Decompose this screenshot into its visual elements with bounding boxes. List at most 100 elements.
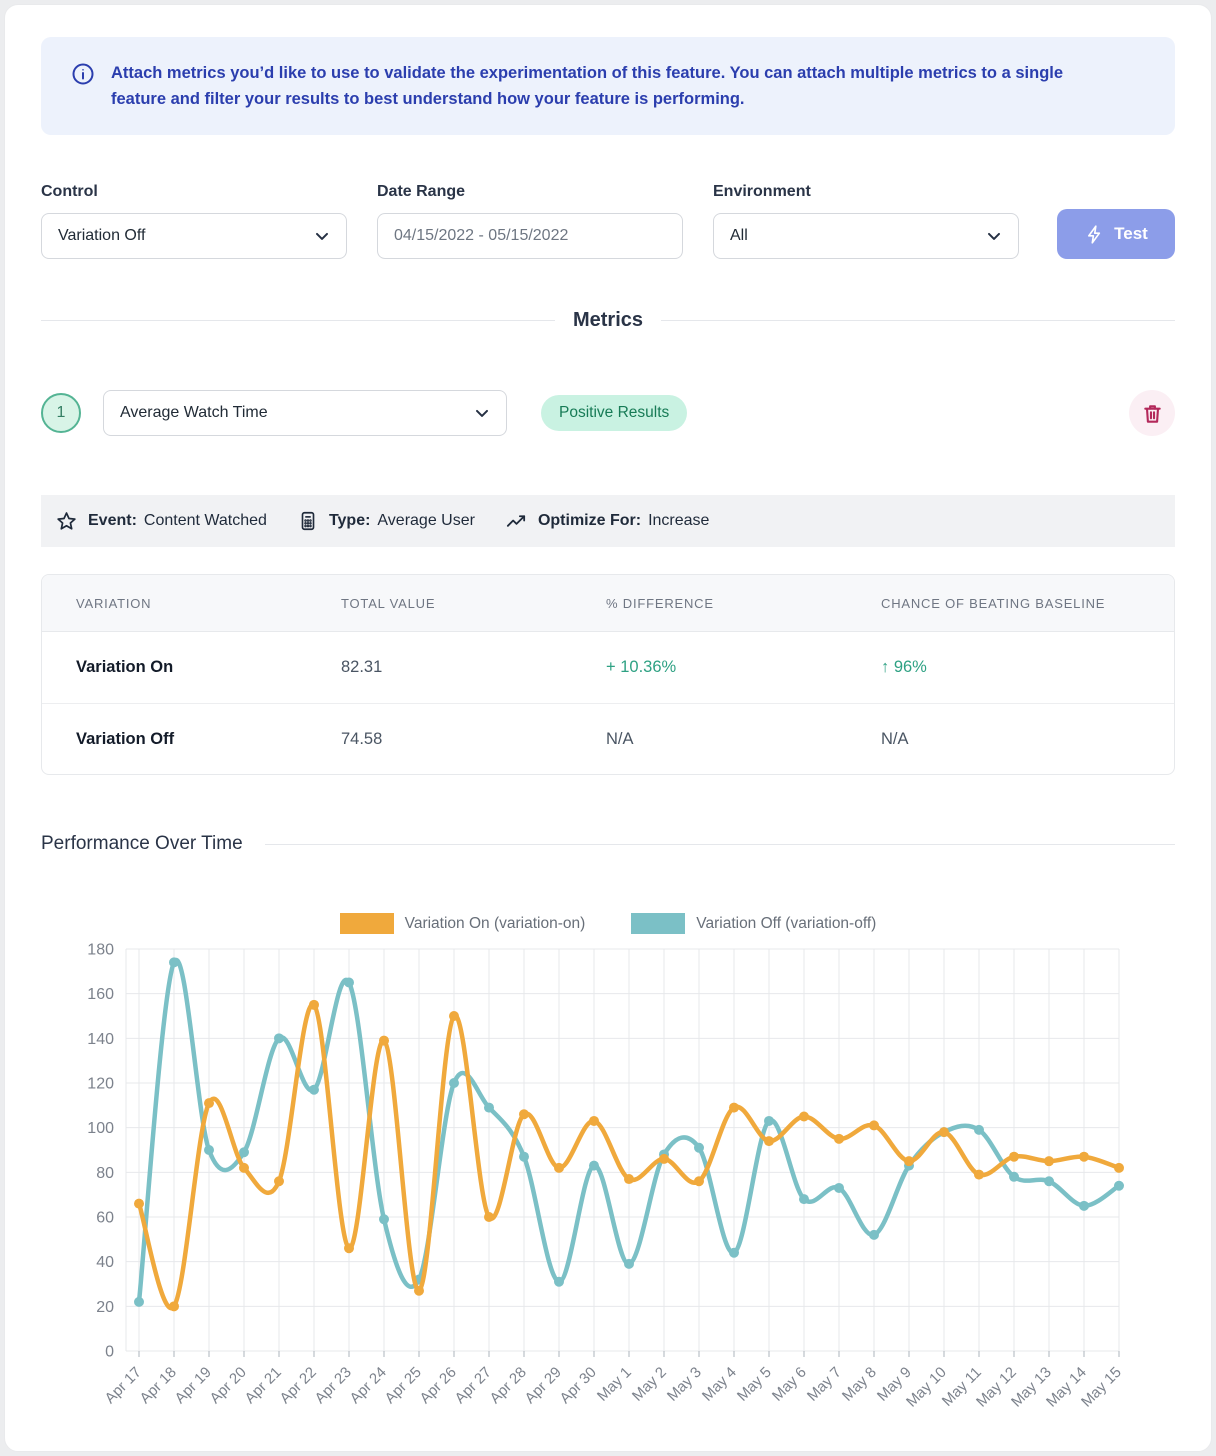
svg-text:60: 60 [96, 1210, 114, 1227]
legend-variation-off[interactable]: Variation Off (variation-off) [631, 913, 876, 934]
svg-text:May 1: May 1 [594, 1364, 635, 1405]
svg-text:100: 100 [87, 1120, 114, 1137]
control-select[interactable]: Variation Off [41, 213, 347, 259]
date-range-value: 04/15/2022 - 05/15/2022 [394, 227, 568, 245]
type-value: Average User [377, 512, 475, 530]
svg-text:40: 40 [96, 1254, 114, 1271]
chevron-down-icon [472, 403, 492, 423]
chart-legend: Variation On (variation-on) Variation Of… [41, 913, 1175, 934]
table-row-variation-on: Variation On 82.31 + 10.36% ↑ 96% [42, 632, 1174, 703]
status-badge: Positive Results [541, 395, 687, 431]
metric-index-badge: 1 [41, 393, 81, 433]
svg-text:May 3: May 3 [664, 1364, 705, 1405]
svg-text:May 8: May 8 [839, 1364, 880, 1405]
type-label: Type: [329, 512, 370, 530]
info-icon [71, 62, 95, 112]
total-value: 82.31 [341, 658, 606, 677]
legend-variation-on[interactable]: Variation On (variation-on) [340, 913, 586, 934]
date-range-label: Date Range [377, 183, 683, 201]
svg-text:Apr 18: Apr 18 [137, 1364, 180, 1407]
control-label: Control [41, 183, 347, 201]
svg-text:Apr 27: Apr 27 [452, 1364, 495, 1407]
delete-metric-button[interactable] [1129, 390, 1175, 436]
chevron-down-icon [984, 226, 1004, 246]
svg-text:160: 160 [87, 986, 114, 1003]
metrics-heading: Metrics [573, 309, 643, 332]
lightning-icon [1084, 224, 1105, 245]
svg-text:Apr 28: Apr 28 [487, 1364, 530, 1407]
svg-text:Apr 25: Apr 25 [382, 1364, 425, 1407]
svg-text:80: 80 [96, 1165, 114, 1182]
svg-text:180: 180 [87, 942, 114, 959]
metric-summary-bar: Event: Content Watched Type: Average Use… [41, 495, 1175, 547]
environment-select-value: All [730, 227, 748, 245]
control-select-value: Variation Off [58, 227, 145, 245]
metrics-section-divider: Metrics [41, 309, 1175, 332]
performance-heading: Performance Over Time [41, 833, 243, 855]
date-range-input[interactable]: 04/15/2022 - 05/15/2022 [377, 213, 683, 259]
test-button[interactable]: Test [1057, 209, 1175, 259]
star-icon [55, 510, 78, 533]
performance-chart-svg[interactable]: 020406080100120140160180Apr 17Apr 18Apr … [41, 942, 1177, 1447]
svg-text:Apr 21: Apr 21 [242, 1364, 285, 1407]
col-total-value: TOTAL VALUE [341, 596, 606, 611]
col-variation: VARIATION [42, 596, 341, 611]
chance-value: ↑ 96% [881, 658, 1174, 677]
svg-text:Apr 23: Apr 23 [312, 1364, 355, 1407]
event-value: Content Watched [144, 512, 267, 530]
svg-text:May 5: May 5 [734, 1364, 775, 1405]
svg-text:Apr 30: Apr 30 [557, 1364, 600, 1407]
event-label: Event: [88, 512, 137, 530]
info-banner: Attach metrics you’d like to use to vali… [41, 37, 1175, 135]
svg-text:May 6: May 6 [769, 1364, 810, 1405]
difference-value: + 10.36% [606, 658, 881, 677]
svg-text:Apr 29: Apr 29 [522, 1364, 565, 1407]
svg-text:140: 140 [87, 1031, 114, 1048]
trash-icon [1141, 402, 1164, 425]
svg-text:0: 0 [105, 1344, 114, 1361]
trending-up-icon [505, 510, 528, 533]
optimize-label: Optimize For: [538, 512, 641, 530]
results-table-header: VARIATION TOTAL VALUE % DIFFERENCE CHANC… [42, 575, 1174, 632]
legend-label-off: Variation Off (variation-off) [696, 915, 876, 933]
svg-text:Apr 26: Apr 26 [417, 1364, 460, 1407]
svg-text:May 7: May 7 [804, 1364, 845, 1405]
svg-text:120: 120 [87, 1076, 114, 1093]
experiment-panel: Attach metrics you’d like to use to vali… [4, 4, 1212, 1452]
svg-text:May 2: May 2 [629, 1364, 670, 1405]
variation-name: Variation Off [42, 730, 341, 749]
svg-text:Apr 24: Apr 24 [347, 1364, 390, 1407]
legend-swatch-off [631, 913, 685, 934]
svg-text:Apr 19: Apr 19 [172, 1364, 215, 1407]
svg-text:Apr 22: Apr 22 [277, 1364, 320, 1407]
performance-chart[interactable]: Variation On (variation-on) Variation Of… [41, 913, 1175, 1447]
difference-value: N/A [606, 730, 881, 749]
chevron-down-icon [312, 226, 332, 246]
environment-select[interactable]: All [713, 213, 1019, 259]
filters-row: Control Variation Off Date Range 04/15/2… [41, 183, 1175, 259]
col-chance: CHANCE OF BEATING BASELINE [881, 596, 1174, 611]
metric-select-value: Average Watch Time [120, 404, 268, 422]
table-row-variation-off: Variation Off 74.58 N/A N/A [42, 703, 1174, 774]
metric-select[interactable]: Average Watch Time [103, 390, 507, 436]
metric-row: 1 Average Watch Time Positive Results [41, 390, 1175, 436]
environment-label: Environment [713, 183, 1019, 201]
total-value: 74.58 [341, 730, 606, 749]
info-banner-text: Attach metrics you’d like to use to vali… [111, 60, 1121, 112]
col-difference: % DIFFERENCE [606, 596, 881, 611]
optimize-value: Increase [648, 512, 709, 530]
chance-value: N/A [881, 730, 1174, 749]
svg-text:Apr 20: Apr 20 [207, 1364, 250, 1407]
variation-name: Variation On [42, 658, 341, 677]
optimize-summary: Optimize For: Increase [505, 510, 709, 533]
performance-section-header: Performance Over Time [41, 833, 1175, 855]
results-table: VARIATION TOTAL VALUE % DIFFERENCE CHANC… [41, 574, 1175, 775]
event-summary: Event: Content Watched [55, 510, 267, 533]
calculator-icon [297, 510, 319, 532]
svg-text:Apr 17: Apr 17 [102, 1364, 145, 1407]
svg-text:May 10: May 10 [903, 1364, 950, 1411]
type-summary: Type: Average User [297, 510, 475, 532]
svg-text:May 15: May 15 [1078, 1364, 1125, 1411]
svg-text:May 4: May 4 [699, 1364, 740, 1405]
legend-swatch-on [340, 913, 394, 934]
